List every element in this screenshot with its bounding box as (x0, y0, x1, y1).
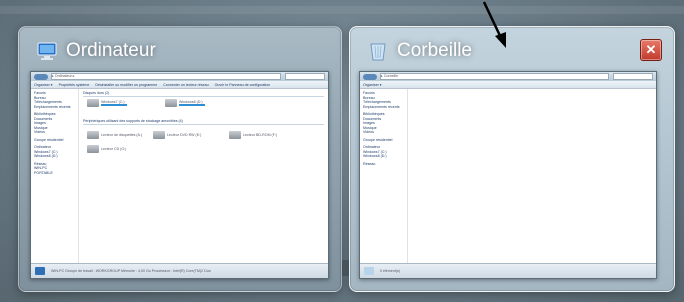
computer-icon (35, 267, 45, 275)
close-button[interactable]: ✕ (640, 39, 662, 61)
drive-item: Windows7 (C:) (87, 99, 127, 107)
group-header-removable: Périphériques utilisant des supports de … (83, 119, 324, 125)
backdrop-blur (0, 6, 684, 14)
navigation-pane: Favoris Bureau Téléchargements Emplacements… (31, 89, 79, 264)
content-pane: Disques durs (2) Windows7 (C:) Windows8 … (79, 89, 328, 264)
cd-drive-icon (87, 145, 99, 153)
group-header-disks: Disques durs (2) (83, 91, 324, 97)
card-title-text: Ordinateur (66, 40, 156, 61)
drive-item: Lecteur de disquettes (A:) (87, 131, 142, 139)
command-item: Propriétés système (58, 82, 90, 87)
details-pane: WIN-PC Groupe de travail : WORKGROUP Mém… (31, 263, 328, 278)
command-bar: Organiser ▾ Propriétés système Désinstalle… (31, 81, 328, 89)
drive-item: Lecteur BD-ROM (F:) (229, 131, 277, 139)
recycle-bin-icon (364, 267, 374, 275)
nav-item: PORTABLE (34, 170, 53, 175)
address-bar: ▸ Corbeille (360, 72, 656, 81)
computer-icon (37, 42, 57, 60)
search-field (285, 73, 325, 80)
nav-item: Emplacements récents (34, 104, 71, 109)
window-preview-ordinateur[interactable]: Ordinateur ▸ Ordinateur ▸ Organiser ▾ Pro… (18, 26, 342, 292)
command-item: Organiser ▾ (363, 82, 382, 87)
usage-bar (101, 104, 127, 106)
pointer-arrow-icon (482, 1, 506, 48)
recycle-bin-icon (370, 43, 386, 61)
explorer-thumbnail-ordinateur[interactable]: ▸ Ordinateur ▸ Organiser ▾ Propriétés sys… (30, 71, 329, 279)
drive-item: Lecteur DVD RW (E:) (153, 131, 201, 139)
search-field (613, 73, 653, 80)
back-forward-icon (34, 73, 48, 80)
details-pane: 0 élément(s) (360, 263, 656, 278)
path-field: ▸ Corbeille (380, 73, 609, 80)
hard-disk-icon (165, 99, 177, 107)
bd-drive-icon (229, 131, 241, 139)
card-title-corbeille: Corbeille (367, 38, 472, 64)
explorer-thumbnail-corbeille[interactable]: ▸ Corbeille Organiser ▾ Favoris Bureau Tél… (359, 71, 657, 279)
window-preview-corbeille[interactable]: Corbeille ✕ ▸ Corbeille Organiser ▾ Favo… (349, 26, 675, 292)
card-title-text: Corbeille (397, 40, 472, 61)
address-bar: ▸ Ordinateur ▸ (31, 72, 328, 81)
command-item: Connecter un lecteur réseau (163, 82, 209, 87)
command-item: Organiser ▾ (34, 82, 53, 87)
command-item: Désinstaller ou modifier un programme (95, 82, 158, 87)
floppy-drive-icon (87, 131, 99, 139)
navigation-pane: Favoris Bureau Téléchargements Emplacements… (360, 89, 408, 264)
back-forward-icon (363, 73, 377, 80)
usage-bar (179, 104, 205, 106)
drive-item: Windows8 (D:) (165, 99, 205, 107)
content-pane (408, 89, 656, 264)
drive-item: Lecteur CD (G:) (87, 145, 126, 153)
command-item: Ouvrir le Panneau de configuration (214, 82, 271, 87)
nav-item: Emplacements récents (363, 104, 400, 109)
hard-disk-icon (87, 99, 99, 107)
nav-item: Réseau (363, 161, 376, 166)
command-bar: Organiser ▾ (360, 81, 656, 89)
dvd-drive-icon (153, 131, 165, 139)
card-title-ordinateur: Ordinateur (36, 38, 156, 64)
path-field: ▸ Ordinateur ▸ (51, 73, 281, 80)
